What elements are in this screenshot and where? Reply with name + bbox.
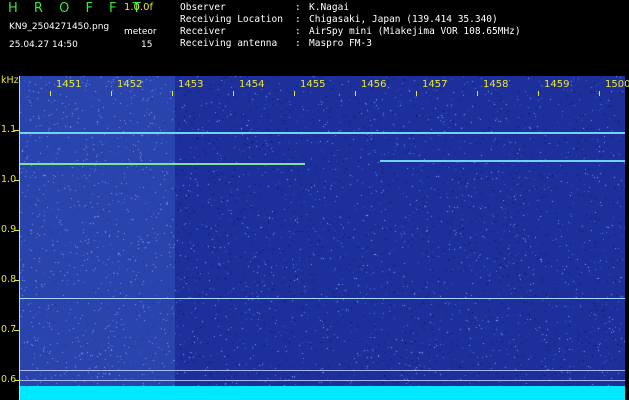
x-tick: [172, 91, 173, 96]
header-panel: H R O F F T 1.0.0f KN9_2504271450.png me…: [0, 0, 629, 73]
datetime: 25.04.27 14:50: [9, 40, 78, 50]
x-tick-label: 1500: [605, 79, 629, 90]
info-key: Observer: [180, 2, 226, 13]
x-tick-label: 1453: [178, 79, 204, 90]
info-row-observer: Observer: K.Nagai: [180, 2, 350, 13]
y-tick: [14, 280, 19, 281]
marker-line-lower: [20, 380, 625, 381]
y-unit-label: kHz: [1, 75, 19, 86]
info-key: Receiving antenna: [180, 38, 278, 49]
x-tick-label: 1456: [361, 79, 387, 90]
info-row-receiver: Receiver: AirSpy mini (Miakejima VOR 108.…: [180, 26, 521, 37]
carrier-line-0.76khz: [20, 298, 625, 299]
station-info: Observer: K.Nagai Receiving Location: Chig…: [180, 2, 521, 50]
info-key: Receiver: [180, 26, 226, 37]
y-tick: [14, 330, 19, 331]
carrier-line-1.03khz-a: [20, 163, 305, 165]
marker-line-upper: [20, 370, 625, 371]
y-tick: [14, 130, 19, 131]
info-value: AirSpy mini (Miakejima VOR 108.65MHz): [309, 26, 521, 37]
power-band: [20, 386, 625, 400]
file-name: KN9_2504271450.png: [9, 22, 110, 32]
meteor-label: meteor: [124, 27, 157, 37]
x-tick: [233, 91, 234, 96]
noise-block: [20, 76, 175, 400]
info-value: Maspro FM-3: [309, 38, 372, 49]
x-tick-label: 1454: [239, 79, 265, 90]
info-row-antenna: Receiving antenna: Maspro FM-3: [180, 38, 372, 49]
info-value: Chigasaki, Japan (139.414 35.340): [309, 14, 498, 25]
x-tick: [111, 91, 112, 96]
version-label: 1.0.0f: [124, 2, 153, 13]
x-tick-label: 1457: [422, 79, 448, 90]
x-tick-label: 1455: [300, 79, 326, 90]
meteor-count: 15: [141, 40, 153, 50]
x-tick-label: 1452: [117, 79, 143, 90]
x-tick: [477, 91, 478, 96]
x-tick-label: 1458: [483, 79, 509, 90]
spectrogram: [20, 76, 625, 400]
y-tick: [14, 180, 19, 181]
x-tick: [599, 91, 600, 96]
info-key: Receiving Location: [180, 14, 283, 25]
x-tick: [50, 91, 51, 96]
x-tick: [538, 91, 539, 96]
x-tick: [416, 91, 417, 96]
y-tick: [14, 230, 19, 231]
info-row-location: Receiving Location: Chigasaki, Japan (139…: [180, 14, 498, 25]
y-tick: [14, 380, 19, 381]
carrier-line-1.03khz-b: [380, 160, 625, 162]
x-tick: [294, 91, 295, 96]
carrier-line-1.1khz: [20, 132, 625, 134]
x-tick-label: 1459: [544, 79, 570, 90]
x-tick: [355, 91, 356, 96]
x-tick-label: 1451: [56, 79, 82, 90]
info-value: K.Nagai: [309, 2, 350, 13]
